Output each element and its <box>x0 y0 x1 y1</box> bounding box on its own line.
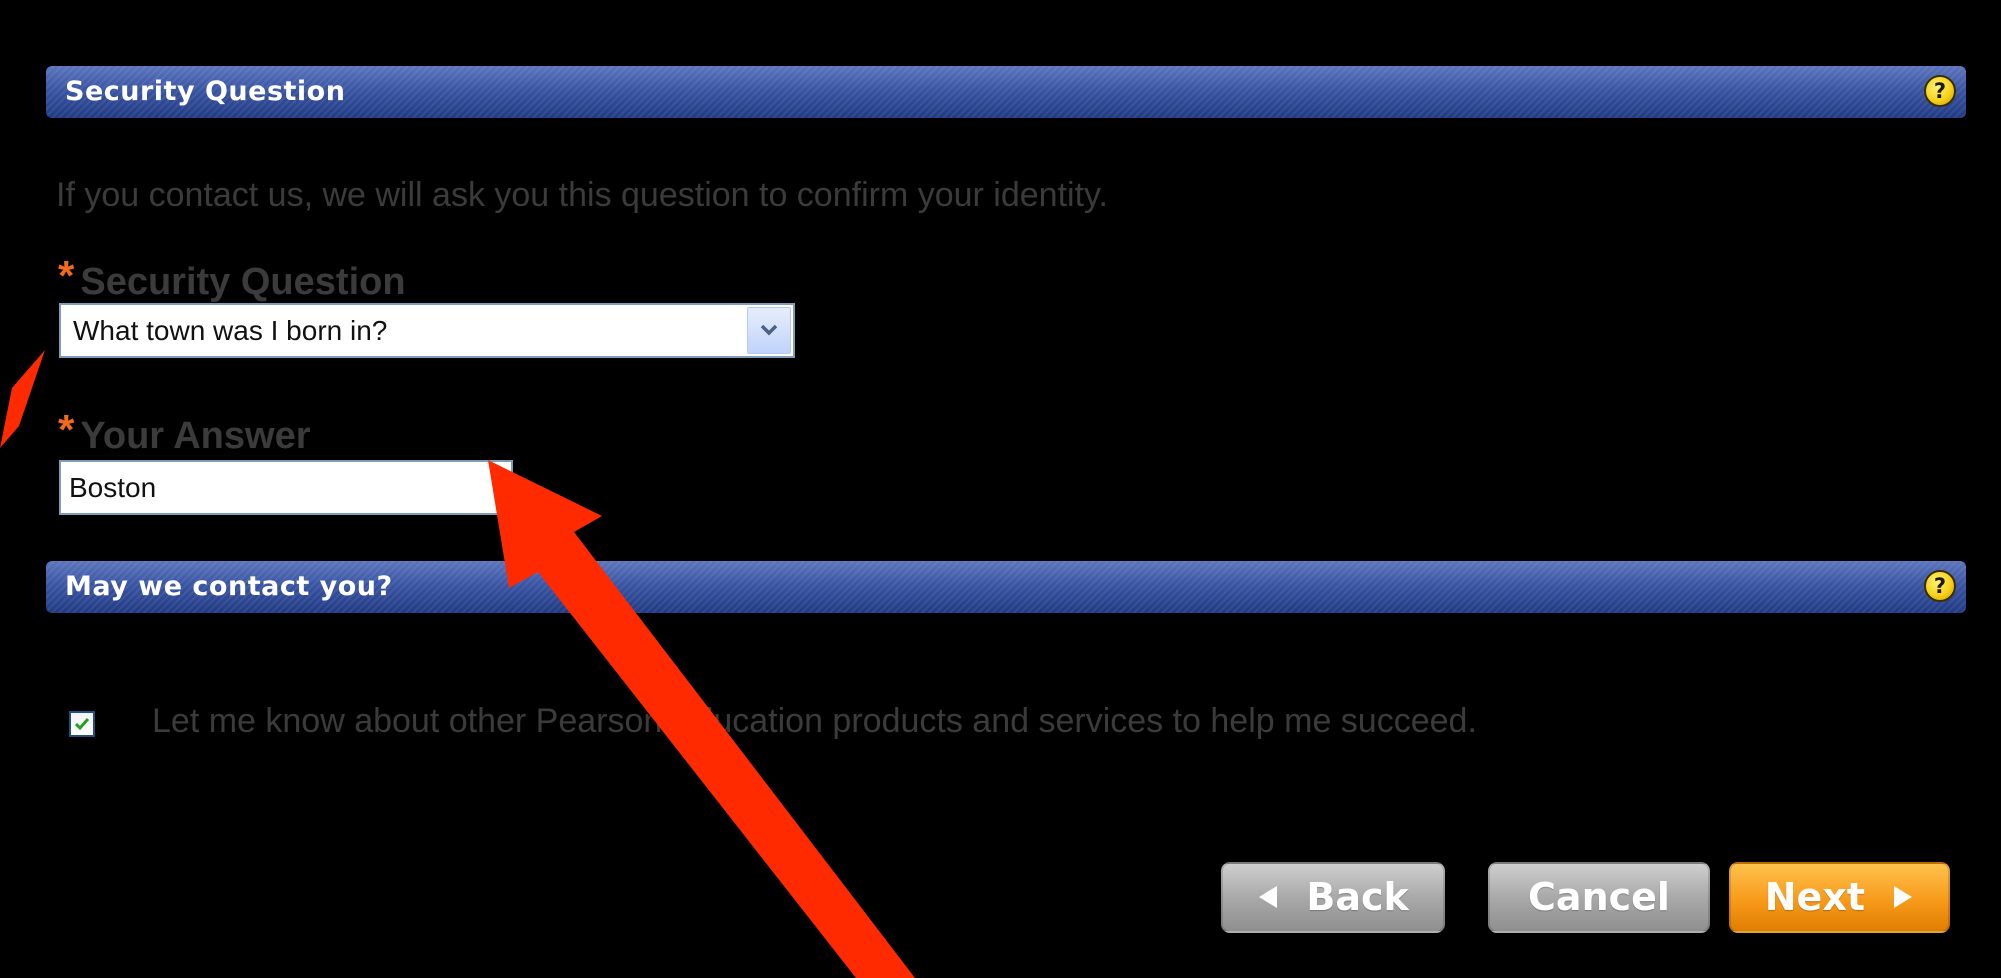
your-answer-input[interactable] <box>59 460 513 515</box>
security-question-label: * Security Question <box>58 252 406 304</box>
security-question-label-text: Security Question <box>80 261 406 303</box>
section-header-security-question: Security Question ? <box>46 66 1966 118</box>
intro-text: If you contact us, we will ask you this … <box>56 176 1108 214</box>
required-marker: * <box>58 406 75 453</box>
checkmark-icon <box>74 718 90 731</box>
required-marker: * <box>58 252 75 299</box>
section-title: Security Question <box>65 76 346 107</box>
help-icon[interactable]: ? <box>1924 75 1956 107</box>
your-answer-label: * Your Answer <box>58 406 311 458</box>
dropdown-button[interactable] <box>747 307 791 354</box>
back-button-label: Back <box>1306 875 1409 919</box>
security-question-value: What town was I born in? <box>73 315 388 346</box>
next-button[interactable]: Next <box>1729 862 1950 933</box>
opt-in-label: Let me know about other Pearson Educatio… <box>152 702 1477 740</box>
next-button-label: Next <box>1764 875 1866 919</box>
your-answer-label-text: Your Answer <box>80 415 311 457</box>
section-title: May we contact you? <box>65 571 393 602</box>
triangle-right-icon <box>1894 885 1913 908</box>
annotation-arrow-left <box>0 350 45 448</box>
registration-page: Security Question ? If you contact us, w… <box>0 0 2001 978</box>
help-icon[interactable]: ? <box>1924 570 1956 602</box>
cancel-button[interactable]: Cancel <box>1488 862 1710 933</box>
back-button[interactable]: Back <box>1221 862 1445 933</box>
section-header-contact: May we contact you? ? <box>46 561 1966 613</box>
cancel-button-label: Cancel <box>1528 875 1670 919</box>
chevron-down-icon <box>760 324 778 336</box>
security-question-select[interactable]: What town was I born in? <box>59 303 795 358</box>
triangle-left-icon <box>1259 885 1278 908</box>
opt-in-checkbox[interactable] <box>69 711 95 737</box>
